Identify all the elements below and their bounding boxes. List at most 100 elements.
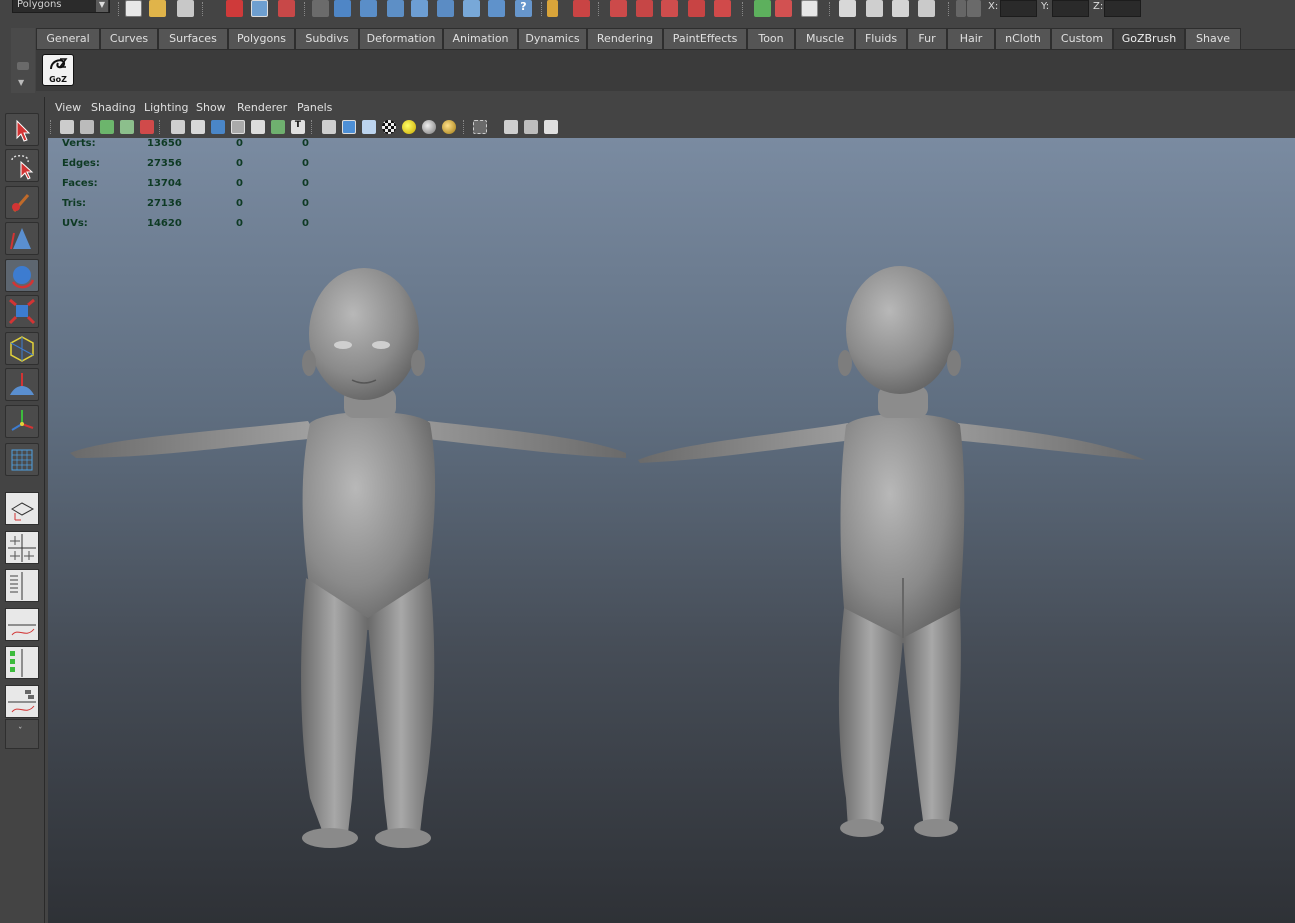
menu-panels[interactable]: Panels <box>297 101 332 114</box>
x-coord-field[interactable] <box>1000 0 1037 17</box>
tab-fur[interactable]: Fur <box>907 28 947 49</box>
input-output-icon[interactable] <box>754 0 771 17</box>
render-frame-icon[interactable] <box>839 0 856 17</box>
use-all-lights-icon[interactable] <box>402 120 416 134</box>
make-live-icon[interactable] <box>714 0 731 17</box>
save-scene-icon[interactable] <box>177 0 194 17</box>
lock-selection-icon[interactable] <box>547 0 558 17</box>
select-curves-icon[interactable] <box>387 0 404 17</box>
last-tool-button[interactable] <box>5 443 39 476</box>
show-manipulator-button[interactable] <box>5 405 39 438</box>
tab-muscle[interactable]: Muscle <box>795 28 855 49</box>
y-coord-field[interactable] <box>1052 0 1089 17</box>
construction-history-icon[interactable] <box>801 0 818 17</box>
tab-curves[interactable]: Curves <box>100 28 158 49</box>
tab-subdivs[interactable]: Subdivs <box>295 28 359 49</box>
field-chart-icon[interactable] <box>251 120 265 134</box>
xray-joints-icon[interactable] <box>524 120 538 134</box>
select-object-icon[interactable] <box>251 0 268 17</box>
snap-to-curve-icon[interactable] <box>636 0 653 17</box>
tab-shave[interactable]: Shave <box>1185 28 1241 49</box>
viewport[interactable]: Verts: 13650 0 0 Edges: 27356 0 0 Faces:… <box>48 138 1295 923</box>
tab-surfaces[interactable]: Surfaces <box>158 28 228 49</box>
xray-icon[interactable] <box>504 120 518 134</box>
persp-outliner-layout-button[interactable] <box>5 569 39 602</box>
tab-general[interactable]: General <box>36 28 100 49</box>
more-layouts-button[interactable]: ˇ <box>5 719 39 749</box>
tab-dynamics[interactable]: Dynamics <box>518 28 587 49</box>
baby-models[interactable] <box>48 138 1295 923</box>
tab-custom[interactable]: Custom <box>1051 28 1113 49</box>
menu-lighting[interactable]: Lighting <box>144 101 188 114</box>
menu-view[interactable]: View <box>55 101 81 114</box>
history-icon[interactable] <box>775 0 792 17</box>
menu-set-selector[interactable]: Polygons ▼ <box>12 0 110 13</box>
shelf-chevron-down-icon[interactable]: ▼ <box>18 78 24 87</box>
image-plane-icon[interactable] <box>120 120 134 134</box>
menu-show[interactable]: Show <box>196 101 226 114</box>
grid-toggle-icon[interactable] <box>171 120 185 134</box>
hypershade-persp-layout-button[interactable] <box>5 646 39 679</box>
baby-front-view[interactable] <box>70 268 626 848</box>
tab-painteffects[interactable]: PaintEffects <box>663 28 747 49</box>
tab-hair[interactable]: Hair <box>947 28 995 49</box>
gate-mask-icon[interactable] <box>231 120 245 134</box>
menu-shading[interactable]: Shading <box>91 101 136 114</box>
single-perspective-layout-button[interactable] <box>5 492 39 525</box>
z-coord-field[interactable] <box>1104 0 1141 17</box>
resolution-gate-icon[interactable] <box>211 120 225 134</box>
tab-gozbrush[interactable]: GoZBrush <box>1113 28 1185 49</box>
persp-graph-layout-button[interactable] <box>5 608 39 641</box>
bookmarks-icon[interactable] <box>100 120 114 134</box>
select-rendering-icon[interactable] <box>488 0 505 17</box>
select-joints-icon[interactable] <box>360 0 377 17</box>
select-handles-icon[interactable] <box>334 0 351 17</box>
tab-toon[interactable]: Toon <box>747 28 795 49</box>
paint-select-tool-button[interactable] <box>5 186 39 219</box>
share-view-icon[interactable] <box>544 120 558 134</box>
wireframe-icon[interactable] <box>322 120 336 134</box>
goz-button[interactable]: GoZ <box>42 54 74 86</box>
snap-to-view-plane-icon[interactable] <box>688 0 705 17</box>
shadows-icon[interactable] <box>422 120 436 134</box>
open-scene-icon[interactable] <box>149 0 166 17</box>
selection-mask-icon[interactable] <box>312 0 329 17</box>
two-d-pan-zoom-icon[interactable] <box>140 120 154 134</box>
scale-tool-button[interactable] <box>5 295 39 328</box>
hypershade-icon[interactable] <box>918 0 935 17</box>
select-tool-button[interactable] <box>5 113 39 146</box>
input-mode-icon[interactable] <box>956 0 966 17</box>
select-component-icon[interactable] <box>278 0 295 17</box>
smooth-shade-icon[interactable] <box>342 120 356 134</box>
new-scene-icon[interactable] <box>125 0 142 17</box>
safe-action-icon[interactable] <box>271 120 285 134</box>
select-misc-icon[interactable]: ? <box>515 0 532 17</box>
select-deformations-icon[interactable] <box>437 0 454 17</box>
highlight-selection-icon[interactable] <box>573 0 590 17</box>
camera-attributes-icon[interactable] <box>80 120 94 134</box>
select-surfaces-icon[interactable] <box>411 0 428 17</box>
universal-manipulator-button[interactable] <box>5 332 39 365</box>
textured-icon[interactable] <box>382 120 396 134</box>
isolate-select-icon[interactable] <box>473 120 487 134</box>
tab-deformation[interactable]: Deformation <box>359 28 443 49</box>
baby-back-view[interactable] <box>638 266 1145 837</box>
transform-mode-icon[interactable] <box>967 0 981 17</box>
tab-animation[interactable]: Animation <box>443 28 518 49</box>
snap-to-point-icon[interactable] <box>661 0 678 17</box>
tab-ncloth[interactable]: nCloth <box>995 28 1051 49</box>
menu-renderer[interactable]: Renderer <box>237 101 287 114</box>
tab-rendering[interactable]: Rendering <box>587 28 663 49</box>
hypergraph-layout-button[interactable] <box>5 685 39 718</box>
select-dynamics-icon[interactable] <box>463 0 480 17</box>
shelf-handle[interactable]: ▼ <box>11 28 35 93</box>
soft-modification-button[interactable] <box>5 368 39 401</box>
rotate-tool-button[interactable] <box>5 259 39 292</box>
safe-title-icon[interactable]: T <box>291 120 305 134</box>
tab-polygons[interactable]: Polygons <box>228 28 295 49</box>
ipr-render-icon[interactable] <box>866 0 883 17</box>
wireframe-on-shaded-icon[interactable] <box>362 120 376 134</box>
chevron-down-icon[interactable]: ▼ <box>96 0 108 12</box>
snap-to-grid-icon[interactable] <box>610 0 627 17</box>
render-settings-icon[interactable] <box>892 0 909 17</box>
